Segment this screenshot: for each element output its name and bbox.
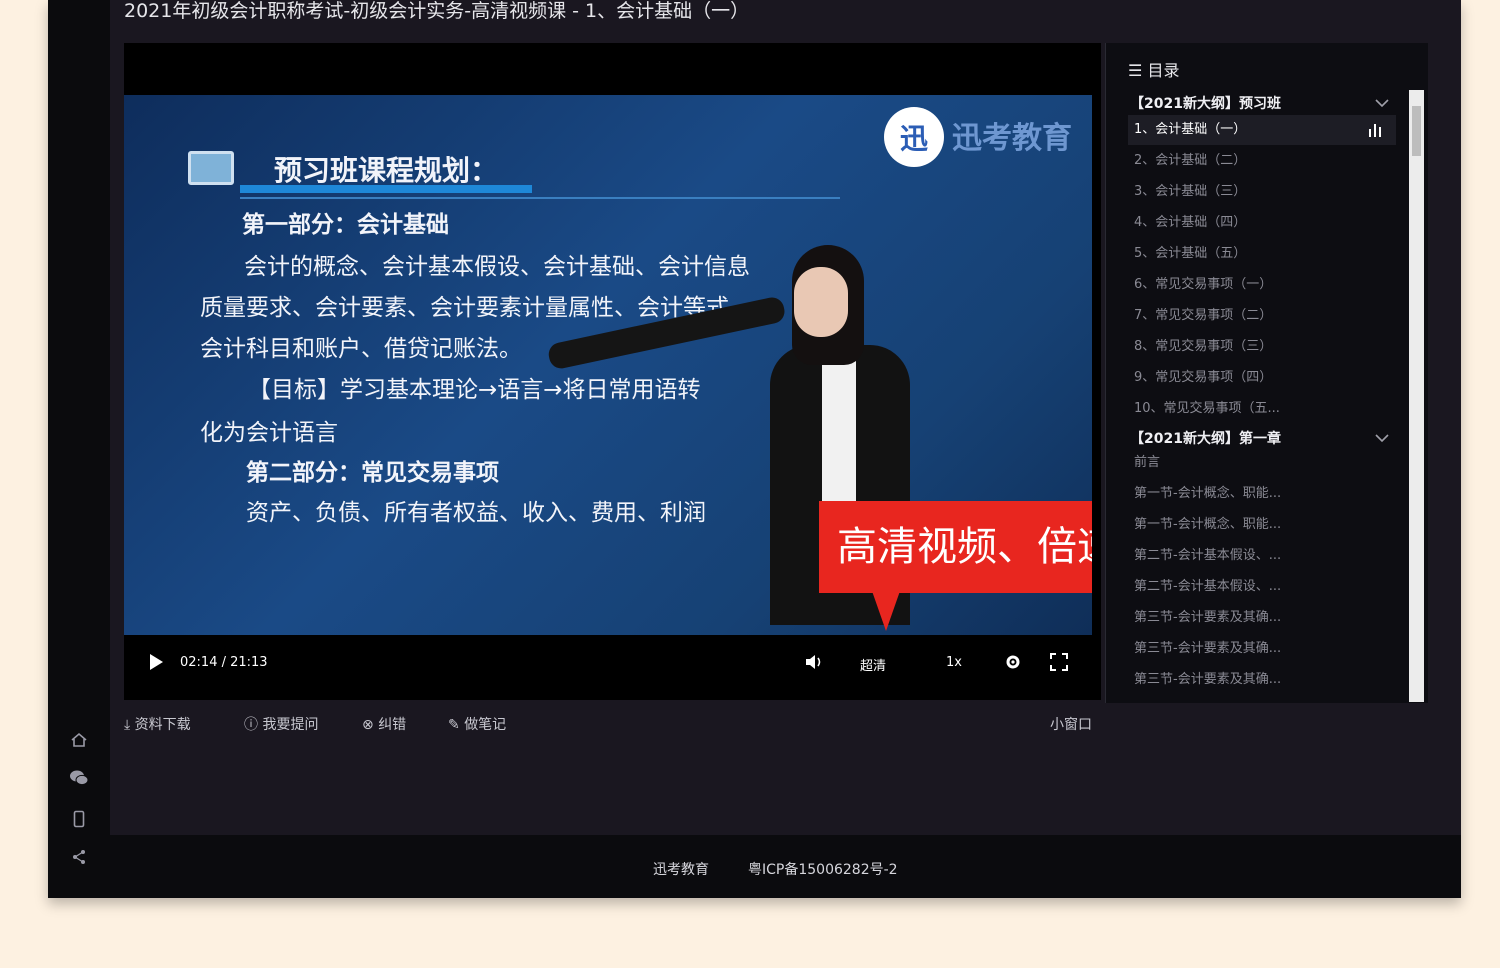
ask-question-button[interactable]: ⓘ 我要提问 [244,714,318,734]
toc-item[interactable]: 7、常见交易事项（二） [1128,301,1396,331]
toc-item[interactable]: 第三节-会计要素及其确... [1128,665,1396,695]
notes-label: 做笔记 [464,717,507,733]
footer-icp[interactable]: 粤ICP备15006282号-2 [748,859,898,879]
slide-line: 资产、负债、所有者权益、收入、费用、利润 [246,500,706,526]
chevron-down-icon[interactable] [1374,430,1390,446]
toc-item[interactable]: 前言 [1128,448,1396,478]
slide-line: 会计的概念、会计基本假设、会计基础、会计信息 [244,254,750,280]
slide-divider [240,197,840,199]
take-notes-button[interactable]: ✎ 做笔记 [448,714,506,734]
toc-item[interactable]: 4、会计基础（四） [1128,208,1396,238]
now-playing-icon [1369,124,1381,137]
video-frame[interactable]: 预习班课程规划： 迅 迅考教育 第一部分：会计基础 会计的概念、会计基本假设、会… [124,95,1092,635]
toc-item[interactable]: 2、会计基础（二） [1128,146,1396,176]
fullscreen-icon[interactable] [1050,653,1068,675]
toc-item[interactable]: 第一节-会计概念、职能... [1128,510,1396,540]
brand-watermark: 迅考教育 [952,121,1072,156]
toc-section-title[interactable]: 【2021新大纲】第一章 [1130,428,1281,448]
report-error-button[interactable]: ⊗ 纠错 [362,714,406,734]
toc-item[interactable]: 9、常见交易事项（四） [1128,363,1396,393]
mini-window-button[interactable]: 小窗口 [1050,714,1092,734]
slide-part2-title: 第二部分：常见交易事项 [246,460,499,486]
course-player-window: 2021年初级会计职称考试-初级会计实务-高清视频课 - 1、会计基础（一） 预… [48,0,1461,898]
toc-item[interactable]: 第一节-会计概念、职能... [1128,479,1396,509]
control-bar: 02:14 / 21:13 超清 1x [124,635,1092,695]
slide-part1-title: 第一部分：会计基础 [242,212,449,238]
share-icon[interactable] [67,845,91,869]
toc-header: ☰ 目录 [1128,57,1179,81]
footer-brand: 迅考教育 [653,862,709,878]
left-rail [48,0,110,898]
list-icon: ☰ [1128,61,1148,80]
ask-label: 我要提问 [262,717,319,733]
toc-item[interactable]: 第三节-会计要素及其确... [1128,634,1396,664]
correct-label: 纠错 [378,717,407,733]
toc-item[interactable]: 1、会计基础（一） [1128,115,1396,145]
course-title: 2021年初级会计职称考试-初级会计实务-高清视频课 - 1、会计基础（一） [124,0,750,22]
wechat-icon[interactable] [67,766,91,790]
toc-scrollbar[interactable] [1409,90,1424,702]
monitor-icon [188,151,234,185]
play-button[interactable] [148,653,164,675]
video-player[interactable]: 预习班课程规划： 迅 迅考教育 第一部分：会计基础 会计的概念、会计基本假设、会… [124,43,1101,700]
scrollbar-thumb[interactable] [1412,106,1421,156]
download-button[interactable]: ⤓ 资料下载 [124,714,191,734]
time-display: 02:14 / 21:13 [180,655,268,670]
question-icon: ⓘ [244,717,263,733]
toc-item[interactable]: 6、常见交易事项（一） [1128,270,1396,300]
table-of-contents: ☰ 目录 【2021新大纲】预习班 1、会计基础（一） 2、会计基础（二） 3、… [1105,43,1428,703]
footer: 迅考教育 粤ICP备15006282号-2 [110,835,1461,898]
brand-logo: 迅 [884,107,944,167]
volume-icon[interactable] [804,653,824,675]
feature-callout: 高清视频、倍速播放 [819,501,1092,593]
edit-icon: ✎ [448,717,465,733]
toc-item[interactable]: 第三节-会计要素及其确... [1128,603,1396,633]
slide-underline [240,185,532,193]
chevron-down-icon[interactable] [1374,95,1390,111]
download-label: 资料下载 [134,717,191,733]
error-icon: ⊗ [362,717,379,733]
toc-item[interactable]: 5、会计基础（五） [1128,239,1396,269]
quality-button[interactable]: 超清 [860,655,886,674]
toc-item[interactable]: 3、会计基础（三） [1128,177,1396,207]
slide-line: 会计科目和账户、借贷记账法。 [200,336,522,362]
slide-line: 化为会计语言 [200,420,338,446]
slide-line: 质量要求、会计要素、会计要素计量属性、会计等式、 [200,295,752,321]
slide-heading: 预习班课程规划： [274,154,499,187]
mobile-icon[interactable] [67,807,91,831]
toc-item[interactable]: 10、常见交易事项（五... [1128,394,1396,424]
toc-item[interactable]: 第二节-会计基本假设、... [1128,572,1396,602]
toc-item[interactable]: 8、常见交易事项（三） [1128,332,1396,362]
toc-item[interactable]: 第二节-会计基本假设、... [1128,541,1396,571]
slide-line: 【目标】学习基本理论→语言→将日常用语转 [248,377,701,403]
toc-item-label: 1、会计基础（一） [1134,122,1247,137]
callout-tail [872,591,900,631]
home-icon[interactable] [67,728,91,752]
download-icon: ⤓ [124,717,135,733]
speed-button[interactable]: 1x [946,655,962,670]
toc-section-title[interactable]: 【2021新大纲】预习班 [1130,93,1281,113]
toc-header-label: 目录 [1147,61,1180,80]
settings-gear-icon[interactable] [1004,653,1022,675]
